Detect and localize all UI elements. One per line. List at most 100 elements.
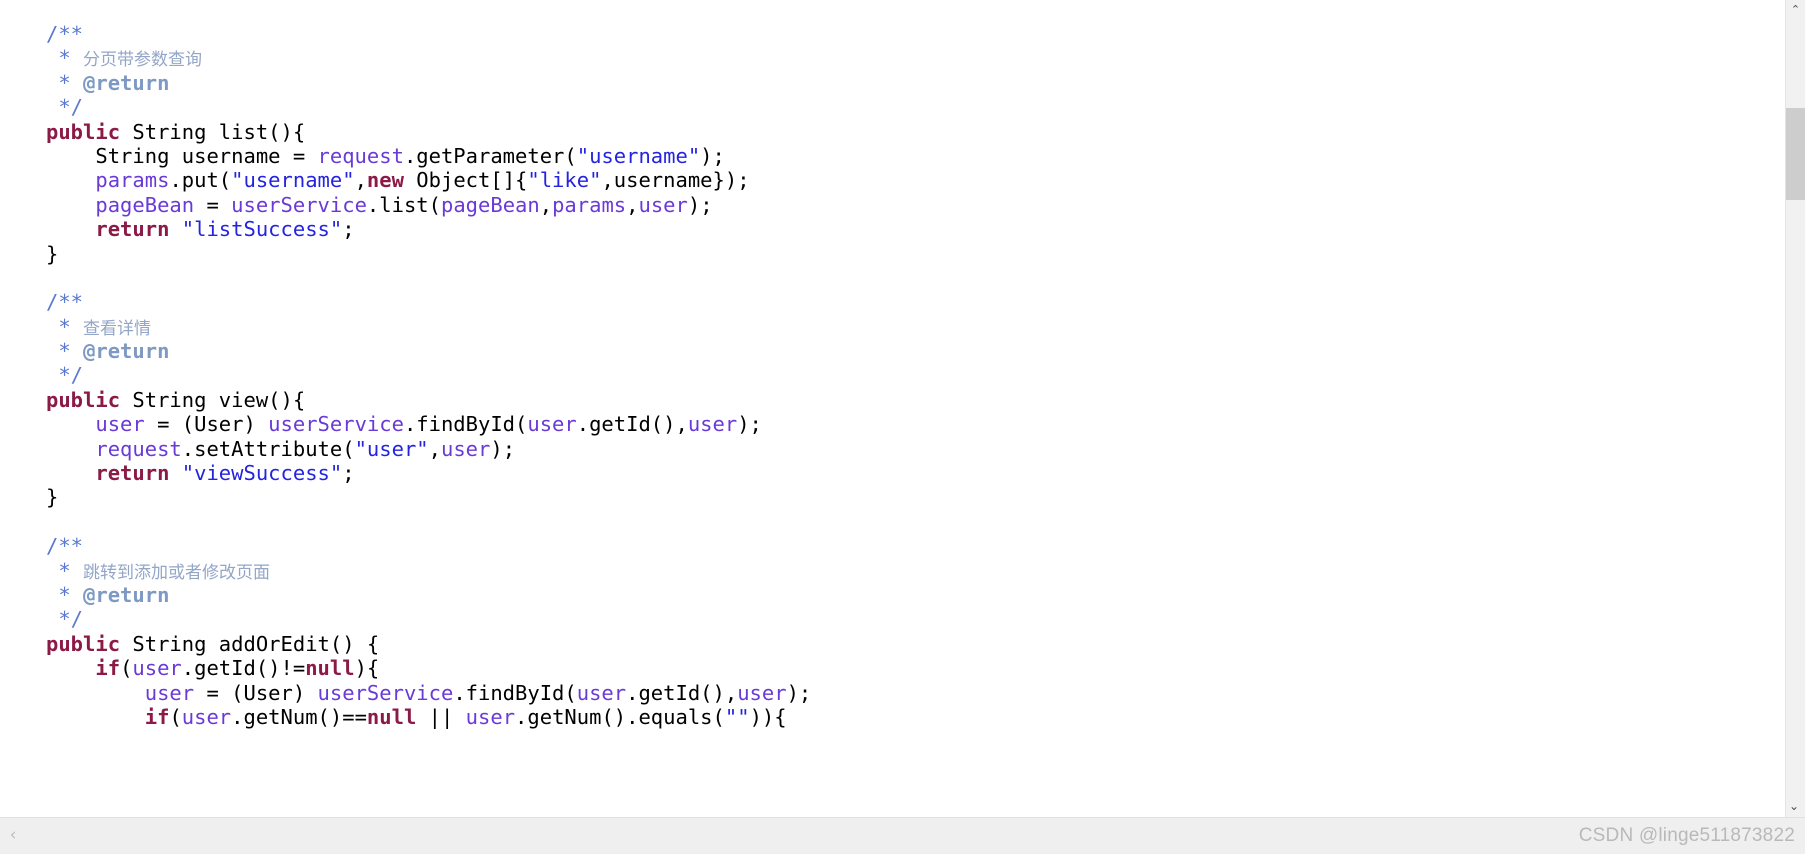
- code-token-pln: ,: [626, 192, 639, 217]
- code-token-pln: (: [169, 704, 182, 729]
- code-token-fld: pageBean: [95, 192, 195, 217]
- vertical-scrollbar[interactable]: ⌃: [1785, 0, 1805, 838]
- code-line: */: [46, 363, 811, 387]
- code-token-cmttxt: 跳转到添加或者修改页面: [83, 562, 271, 583]
- code-editor-pane[interactable]: /** * 分页带参数查询 * @return */public String …: [0, 0, 1805, 854]
- code-token-pln: [169, 217, 181, 241]
- code-token-kw: if: [95, 656, 121, 681]
- code-token-kw: return: [95, 461, 170, 486]
- scroll-up-arrow-icon[interactable]: ⌃: [1786, 0, 1805, 19]
- code-line: public String view(){: [46, 388, 811, 412]
- code-token-cmt: *: [46, 339, 84, 364]
- code-token-pln: [169, 461, 181, 485]
- code-token-pln: ||: [416, 704, 466, 729]
- code-token-fld: params: [552, 192, 627, 217]
- code-token-pln: .getId(),: [626, 680, 738, 705]
- code-token-cmt: *: [46, 314, 84, 339]
- code-token-pln: .put(: [169, 168, 232, 193]
- code-token-pln: }: [46, 485, 59, 510]
- code-token-fld: user: [95, 412, 145, 437]
- code-line: String username = request.getParameter("…: [46, 144, 811, 168]
- code-token-cmttag: @return: [83, 70, 170, 95]
- code-token-fld: user: [181, 704, 232, 729]
- code-token-pln: [46, 461, 95, 485]
- code-line: return "listSuccess";: [46, 217, 811, 241]
- code-token-pln: Object[]{: [403, 168, 528, 193]
- horizontal-scrollbar[interactable]: ‹ CSDN @linge511873822: [0, 817, 1805, 854]
- code-token-pln: .findById(: [403, 412, 528, 437]
- code-token-pln: String view(){: [120, 387, 306, 412]
- code-token-pln: [46, 193, 95, 217]
- code-token-kw: new: [366, 168, 404, 193]
- code-token-cmttxt: 分页带参数查询: [83, 50, 203, 71]
- code-token-fld: user: [576, 680, 627, 705]
- code-token-pln: );: [687, 192, 713, 217]
- code-token-pln: [46, 656, 95, 680]
- code-token-cmt: *: [46, 582, 84, 607]
- code-token-cmt: */: [46, 95, 84, 120]
- code-token-pln: .list(: [366, 192, 441, 217]
- code-token-pln: }: [46, 241, 59, 266]
- code-token-fld: params: [95, 168, 170, 193]
- code-line: }: [46, 485, 811, 509]
- code-line: public String addOrEdit() {: [46, 632, 811, 656]
- code-line: * 分页带参数查询: [46, 46, 811, 70]
- code-token-fld: userService: [268, 412, 404, 437]
- code-token-fld: request: [95, 436, 182, 461]
- code-token-fld: user: [440, 436, 491, 461]
- code-line: * 查看详情: [46, 315, 811, 339]
- code-token-cmt: *: [46, 558, 84, 583]
- code-token-pln: [46, 168, 95, 192]
- code-line: /**: [46, 290, 811, 314]
- code-token-cmt: *: [46, 70, 84, 95]
- scroll-down-arrow-icon[interactable]: ⌄: [1785, 796, 1803, 816]
- code-token-str: "like": [527, 168, 602, 193]
- code-token-pln: .getParameter(: [403, 143, 577, 168]
- code-token-kw: public: [46, 119, 121, 144]
- code-token-cmt: */: [46, 607, 84, 632]
- code-line: * 跳转到添加或者修改页面: [46, 559, 811, 583]
- code-token-cmt: /**: [46, 290, 84, 315]
- scroll-left-arrow-icon[interactable]: ‹: [4, 824, 22, 846]
- code-token-str: "listSuccess": [181, 217, 343, 242]
- code-token-pln: );: [700, 143, 725, 168]
- code-line: /**: [46, 22, 811, 46]
- code-token-kw: public: [46, 631, 121, 656]
- code-line: public String list(){: [46, 120, 811, 144]
- code-line: if(user.getNum()==null || user.getNum().…: [46, 705, 811, 729]
- code-token-str: "viewSuccess": [181, 461, 343, 486]
- code-token-pln: ,: [539, 192, 553, 217]
- code-token-pln: ,: [354, 168, 367, 193]
- code-token-pln: ,: [428, 436, 441, 461]
- code-token-cmt: *: [46, 46, 84, 71]
- code-token-pln: = (User): [144, 412, 269, 437]
- code-token-pln: = (User): [194, 680, 318, 705]
- code-token-cmttag: @return: [83, 582, 170, 607]
- code-token-cmt: /**: [46, 534, 84, 559]
- code-token-pln: ){: [354, 656, 380, 681]
- code-token-kw: if: [144, 704, 170, 729]
- code-line: * @return: [46, 71, 811, 95]
- code-token-str: "username": [231, 168, 355, 193]
- code-token-pln: )){: [749, 704, 787, 729]
- code-token-pln: String list(){: [120, 119, 306, 144]
- code-token-fld: user: [737, 680, 787, 705]
- code-token-pln: [46, 217, 95, 241]
- code-token-pln: String addOrEdit() {: [120, 631, 380, 656]
- code-token-fld: userService: [317, 680, 454, 705]
- code-line: }: [46, 242, 811, 266]
- code-token-pln: ;: [342, 461, 355, 486]
- code-line: /**: [46, 534, 811, 558]
- code-token-pln: .getNum()==: [231, 704, 367, 729]
- code-token-pln: ,username});: [601, 168, 750, 193]
- code-line: params.put("username",new Object[]{"like…: [46, 168, 811, 192]
- code-content[interactable]: /** * 分页带参数查询 * @return */public String …: [46, 22, 811, 729]
- vertical-scrollbar-thumb[interactable]: [1786, 108, 1805, 200]
- code-token-pln: [46, 681, 145, 705]
- code-token-fld: user: [144, 680, 195, 705]
- code-token-cmt: /**: [46, 22, 84, 46]
- code-token-fld: user: [465, 704, 516, 729]
- code-token-kw: public: [46, 387, 121, 412]
- code-token-pln: =: [194, 192, 232, 217]
